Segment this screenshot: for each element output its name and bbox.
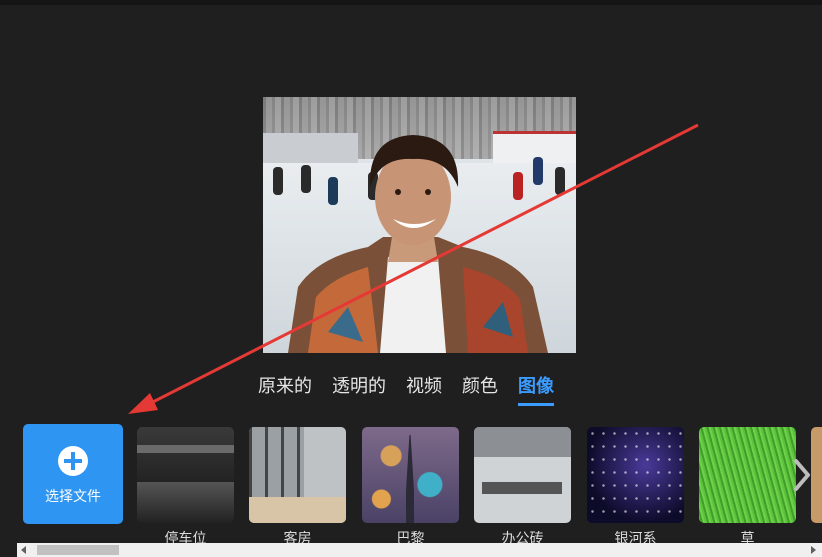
preview-image bbox=[263, 97, 576, 353]
person-cutout bbox=[288, 135, 548, 353]
tab-image[interactable]: 图像 bbox=[518, 374, 564, 406]
choose-file-button[interactable]: 选择文件 bbox=[23, 424, 123, 524]
background-thumb-room[interactable] bbox=[249, 427, 346, 523]
tab-original[interactable]: 原来的 bbox=[258, 374, 322, 406]
scrollbar-thumb[interactable] bbox=[37, 545, 119, 555]
plus-circle-icon bbox=[58, 446, 88, 476]
tab-video[interactable]: 视频 bbox=[406, 374, 452, 406]
scroll-right-arrow-icon[interactable] bbox=[811, 546, 816, 554]
background-thumb-grass[interactable] bbox=[699, 427, 796, 523]
background-thumb-paris[interactable] bbox=[362, 427, 459, 523]
background-thumb-office[interactable] bbox=[474, 427, 571, 523]
tab-transparent[interactable]: 透明的 bbox=[332, 374, 396, 406]
top-bar bbox=[0, 0, 822, 5]
tab-color[interactable]: 颜色 bbox=[462, 374, 508, 406]
scroll-left-arrow-icon[interactable] bbox=[21, 546, 26, 554]
background-type-tabs: 原来的 透明的 视频 颜色 图像 bbox=[258, 374, 574, 406]
chevron-right-icon[interactable] bbox=[790, 455, 814, 495]
horizontal-scrollbar[interactable] bbox=[17, 543, 822, 557]
background-thumb-galaxy[interactable] bbox=[587, 427, 684, 523]
background-thumb-parking[interactable] bbox=[137, 427, 234, 523]
choose-file-label: 选择文件 bbox=[45, 489, 101, 505]
